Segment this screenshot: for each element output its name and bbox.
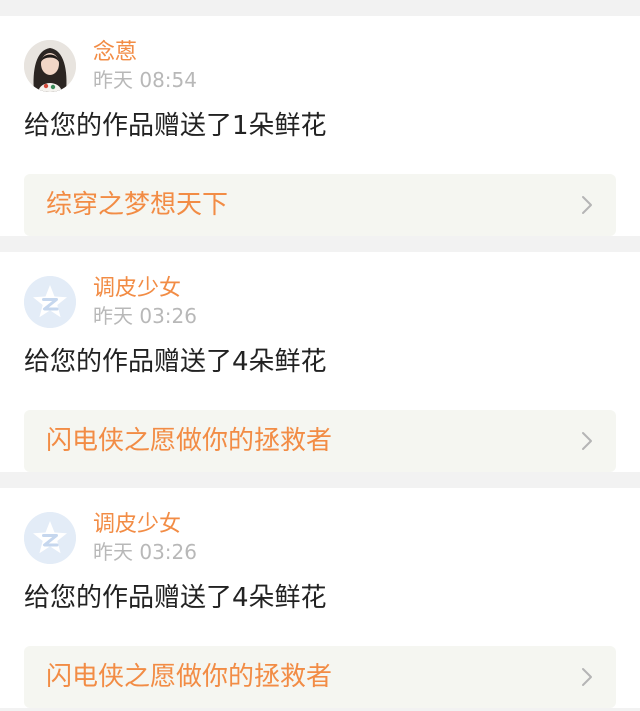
work-title: 综穿之梦想天下 (46, 190, 229, 220)
work-title: 闪电侠之愿做你的拯救者 (46, 662, 333, 692)
notification-header: 念蒽 昨天 08:54 (24, 38, 616, 94)
user-meta: 调皮少女 昨天 03:26 (93, 511, 197, 565)
avatar[interactable] (24, 276, 76, 328)
notification-message: 给您的作品赠送了1朵鲜花 (24, 111, 327, 141)
work-title: 闪电侠之愿做你的拯救者 (46, 426, 333, 456)
chevron-right-icon (580, 666, 594, 688)
chevron-right-icon (580, 194, 594, 216)
work-link[interactable]: 综穿之梦想天下 (24, 174, 616, 236)
chevron-right-icon (580, 430, 594, 452)
notification-card: 调皮少女 昨天 03:26 给您的作品赠送了4朵鲜花 闪电侠之愿做你的拯救者 (0, 252, 640, 472)
username[interactable]: 调皮少女 (93, 275, 197, 303)
username[interactable]: 念蒽 (93, 39, 197, 67)
user-photo-icon (24, 40, 76, 92)
timestamp: 昨天 08:54 (93, 68, 197, 92)
notification-header: 调皮少女 昨天 03:26 (24, 274, 616, 330)
notification-header: 调皮少女 昨天 03:26 (24, 510, 616, 566)
user-meta: 调皮少女 昨天 03:26 (93, 275, 197, 329)
notification-card: 调皮少女 昨天 03:26 给您的作品赠送了4朵鲜花 闪电侠之愿做你的拯救者 (0, 488, 640, 708)
notification-message: 给您的作品赠送了4朵鲜花 (24, 347, 327, 377)
avatar[interactable] (24, 40, 76, 92)
default-qzone-avatar-icon (24, 276, 76, 328)
work-link[interactable]: 闪电侠之愿做你的拯救者 (24, 410, 616, 472)
user-meta: 念蒽 昨天 08:54 (93, 39, 197, 93)
timestamp: 昨天 03:26 (93, 304, 197, 328)
username[interactable]: 调皮少女 (93, 511, 197, 539)
default-qzone-avatar-icon (24, 512, 76, 564)
avatar[interactable] (24, 512, 76, 564)
notification-card: 念蒽 昨天 08:54 给您的作品赠送了1朵鲜花 综穿之梦想天下 (0, 16, 640, 236)
notification-list: 念蒽 昨天 08:54 给您的作品赠送了1朵鲜花 综穿之梦想天下 调皮少女 昨天… (0, 0, 640, 708)
work-link[interactable]: 闪电侠之愿做你的拯救者 (24, 646, 616, 708)
notification-message: 给您的作品赠送了4朵鲜花 (24, 583, 327, 613)
timestamp: 昨天 03:26 (93, 540, 197, 564)
